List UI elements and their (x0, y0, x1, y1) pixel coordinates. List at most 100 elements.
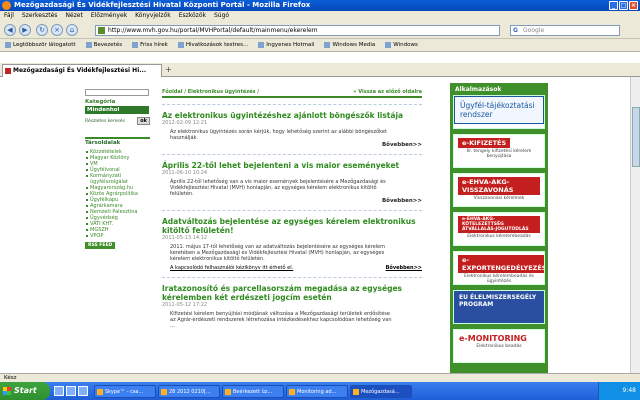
article-summary: 2011. május 17-től lehetőség van az adat… (170, 244, 386, 262)
start-button[interactable]: Start (0, 382, 50, 400)
taskbar-button[interactable]: Beérkezett üz... (222, 384, 284, 398)
bookmark-item[interactable]: Friss hírek (129, 39, 171, 51)
partner-link[interactable]: VPOP (85, 233, 150, 239)
stop-icon[interactable]: × (51, 24, 63, 36)
bookmark-item[interactable]: Windows Media (321, 39, 378, 51)
attachment-row: A kapcsolódó felhasználói kézikönyv itt … (162, 265, 422, 271)
toolbar-spacer (0, 52, 640, 63)
site-search-input[interactable] (85, 89, 149, 96)
url-text: http://www.mvh.gov.hu/portal/MVHPortal/d… (108, 27, 318, 34)
menu-bookmarks[interactable]: Könyvjelzők (135, 11, 171, 21)
search-placeholder: Google (523, 27, 545, 34)
bookmark-icon (5, 42, 11, 48)
banner-title: EU ÉLELMISZERSEGÉLY (459, 294, 537, 301)
article-title[interactable]: Iratazonosító és parcellasorszám megadás… (162, 284, 422, 302)
taskbar-button[interactable]: 28 2012 0210[... (158, 384, 220, 398)
manual-link[interactable]: A kapcsolódó felhasználói kézikönyv itt … (170, 265, 293, 271)
menu-edit[interactable]: Szerkesztés (22, 11, 58, 21)
vertical-scrollbar[interactable] (630, 77, 640, 373)
rss-feed-button[interactable]: RSS FEED (85, 242, 115, 249)
eu-food-aid-banner[interactable]: EU ÉLELMISZERSEGÉLY PROGRAM (453, 290, 545, 324)
article: Adatváltozás bejelentése az egységes kér… (162, 210, 422, 271)
windows-taskbar: Start Skype™ - csa... 28 2012 0210[... B… (0, 382, 640, 400)
menu-help[interactable]: Súgó (214, 11, 229, 21)
bookmark-icon (324, 42, 331, 48)
banner-title: e-EHVA-AKG-KÖTELEZETTSÉG ÁTVÁLLALÁS-JOGU… (458, 216, 540, 233)
e-payment-banner[interactable]: e-KIFIZETÉS III. tengely kifizetési kére… (453, 134, 545, 168)
rss-icon (132, 42, 139, 48)
taskbar-buttons: Skype™ - csa... 28 2012 0210[... Beérkez… (94, 384, 412, 398)
bookmark-icon (85, 42, 92, 48)
bookmarks-toolbar: Legtöbbször látogatott Bevezetés Friss h… (0, 39, 640, 52)
address-bar[interactable]: http://www.mvh.gov.hu/portal/MVHPortal/d… (95, 25, 500, 36)
banner-subtitle: Elektronikus kérelembeadás és ügyintézés (464, 274, 534, 284)
bookmark-item[interactable]: Bevezetés (83, 39, 125, 51)
quick-launch (54, 386, 88, 396)
site-favicon-icon (98, 27, 105, 34)
taskbar-button[interactable]: Skype™ - csa... (94, 384, 156, 398)
menu-tools[interactable]: Eszközök (179, 11, 206, 21)
search-go-button[interactable]: ok (137, 117, 150, 125)
breadcrumb: Főoldal / Elektronikus ügyintézés / « Vi… (162, 89, 422, 98)
banner-subtitle: Elektronikus beadás (476, 344, 522, 349)
banner-title: e-EHVA-AKG-VISSZAVONÁS (458, 177, 540, 195)
bookmark-item[interactable]: Ingyenes Hotmail (255, 39, 317, 51)
banner-subtitle: III. tengely kifizetési kérelem benyújtá… (466, 149, 532, 159)
taskbar-button[interactable]: Monitoring ad... (286, 384, 348, 398)
obligation-transfer-banner[interactable]: e-EHVA-AKG-KÖTELEZETTSÉG ÁTVÁLLALÁS-JOGU… (453, 212, 545, 246)
taskbar-button[interactable]: Mezőgazdasá... (350, 384, 412, 398)
quick-launch-icon[interactable] (66, 386, 76, 396)
article-title[interactable]: Az elektronikus ügyintézéshez ajánlott b… (162, 111, 422, 120)
bookmark-item[interactable]: Legtöbbször látogatott (2, 39, 79, 51)
back-icon[interactable]: ◀ (4, 24, 16, 36)
article-title[interactable]: Adatváltozás bejelentése az egységes kér… (162, 217, 422, 235)
article-summary: Április 22-től lehetőség van a vis maior… (170, 179, 386, 197)
page-content: Kategória Mindenhol Részletes keresés ok… (0, 77, 630, 373)
window-title: Mezőgazdasági És Vidékfejlesztési Hivata… (14, 1, 311, 9)
reload-icon[interactable]: ↻ (36, 24, 48, 36)
bookmark-item[interactable]: Windows (382, 39, 421, 51)
quick-launch-icon[interactable] (78, 386, 88, 396)
firefox-window: Mezőgazdasági És Vidékfejlesztési Hivata… (0, 0, 640, 400)
banner-title: e-EXPORTENGEDÉLYEZÉS (458, 255, 544, 273)
partner-sites-heading: Társoldalak (85, 137, 150, 147)
menu-file[interactable]: Fájl (4, 11, 14, 21)
banner-subtitle: Elektronikus kérelembeadás (467, 234, 531, 239)
menu-view[interactable]: Nézet (65, 11, 82, 21)
new-tab-icon[interactable]: + (165, 65, 172, 74)
client-info-label: Ügyfél-tájékoztatási rendszer (454, 96, 544, 124)
maximize-button[interactable]: □ (619, 1, 628, 10)
article-date: 2011-06-10 10:24 (162, 170, 208, 176)
read-more-link[interactable]: Bővebben>> (386, 265, 422, 271)
clock[interactable]: 9:48 (623, 387, 636, 394)
category-select[interactable]: Mindenhol (85, 106, 149, 114)
back-link[interactable]: « Vissza az előző oldalra (353, 89, 422, 95)
advanced-search-row: Részletes keresés ok (85, 117, 150, 125)
e-monitoring-banner[interactable]: e-MONITORING Elektronikus beadás (453, 329, 545, 363)
forward-icon[interactable]: ▶ (19, 24, 31, 36)
export-license-banner[interactable]: e-EXPORTENGEDÉLYEZÉS Elektronikus kérele… (453, 251, 545, 285)
menu-bar: Fájl Szerkesztés Nézet Előzmények Könyvj… (0, 11, 640, 21)
quick-launch-icon[interactable] (54, 386, 64, 396)
article-date: 2011-05-12 17:22 (162, 302, 208, 308)
breadcrumb-path[interactable]: Főoldal / Elektronikus ügyintézés / (162, 89, 259, 95)
article-title[interactable]: Április 22-től lehet bejelenteni a vis m… (162, 161, 422, 170)
menu-history[interactable]: Előzmények (91, 11, 127, 21)
home-icon[interactable]: ⌂ (66, 24, 78, 36)
bookmark-icon (385, 42, 392, 48)
client-info-banner[interactable]: Ügyfél-tájékoztatási rendszer (453, 95, 545, 129)
read-more-link[interactable]: Bővebben>> (162, 198, 422, 204)
close-button[interactable]: × (629, 1, 638, 10)
applications-sidebar: Alkalmazások Ügyfél-tájékoztatási rendsz… (450, 83, 548, 373)
advanced-search-link[interactable]: Részletes keresés (85, 119, 125, 124)
minimize-button[interactable]: _ (609, 1, 618, 10)
search-input[interactable]: G Google (510, 25, 620, 36)
scrollbar-thumb[interactable] (632, 107, 640, 167)
partner-link[interactable]: Kormányzati ügyfélszolgálat (85, 173, 150, 185)
withdrawal-banner[interactable]: e-EHVA-AKG-VISSZAVONÁS Visszavonási kére… (453, 173, 545, 207)
read-more-link[interactable]: Bővebben>> (162, 142, 422, 148)
tab-active[interactable]: Mezőgazdasági És Vidékfejlesztési Hi... (2, 64, 162, 77)
tab-bar: Mezőgazdasági És Vidékfejlesztési Hi... … (0, 63, 640, 77)
left-sidebar: Kategória Mindenhol Részletes keresés ok… (85, 89, 150, 373)
bookmark-item[interactable]: Hivatkozások testres... (175, 39, 251, 51)
